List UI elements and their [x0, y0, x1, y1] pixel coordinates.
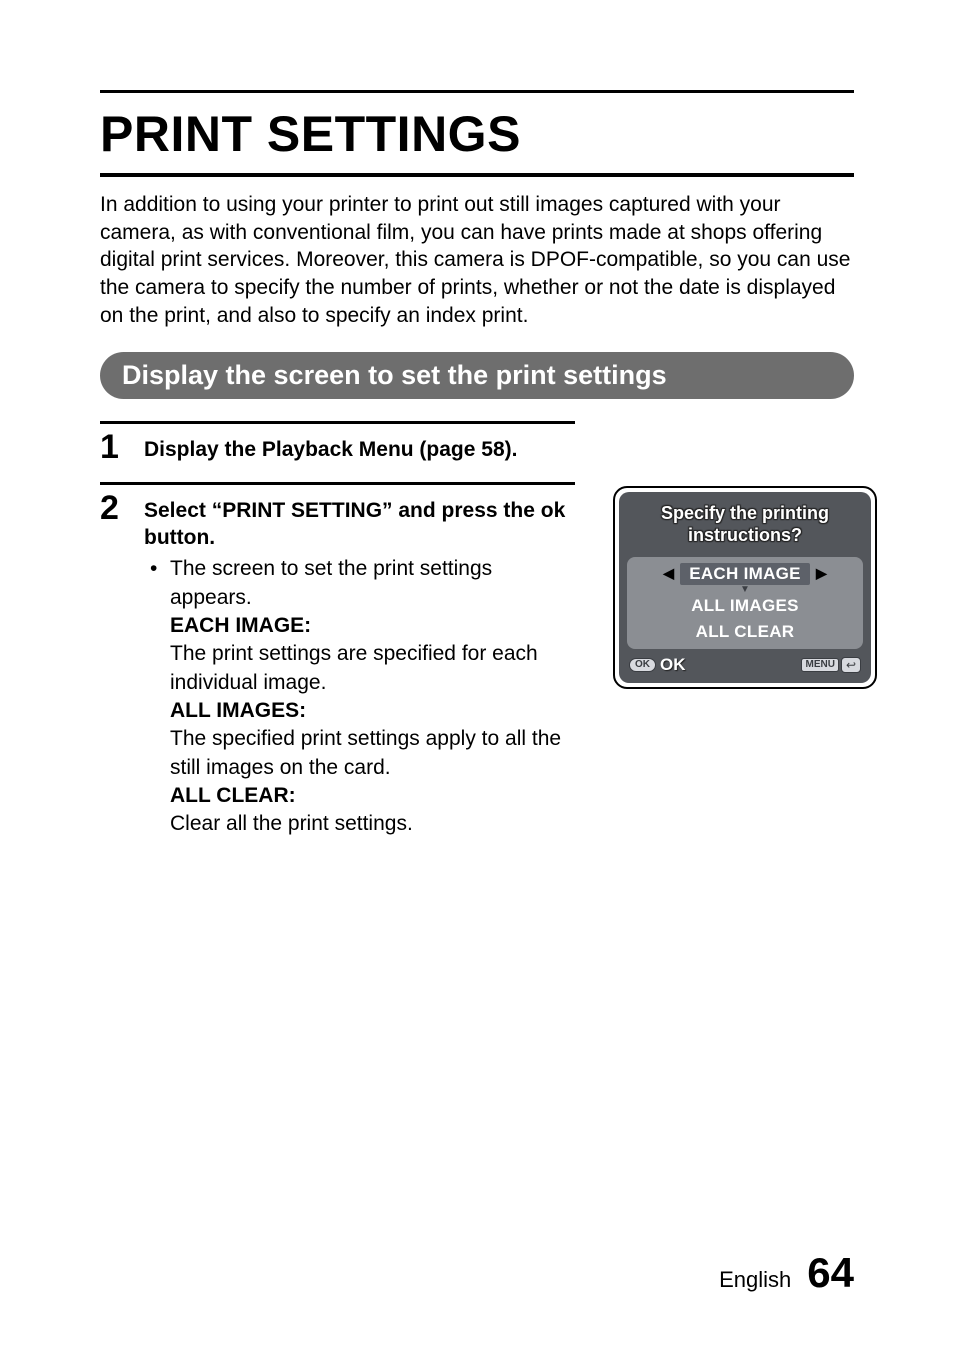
- camera-option-row-1: ◀ EACH IMAGE ▶: [633, 563, 857, 585]
- page-title: PRINT SETTINGS: [100, 105, 854, 163]
- all-clear-label: ALL CLEAR:: [170, 782, 575, 810]
- section-heading: Display the screen to set the print sett…: [100, 352, 854, 399]
- ok-pill-icon: OK: [629, 658, 656, 672]
- all-clear-desc: Clear all the print settings.: [170, 810, 575, 838]
- step-2-bullet-text: The screen to set the print settings app…: [170, 555, 575, 612]
- step-1-heading: Display the Playback Menu (page 58).: [144, 436, 575, 463]
- down-arrow-icon: ▼: [633, 587, 857, 593]
- all-images-label: ALL IMAGES:: [170, 697, 575, 725]
- camera-option-all-clear[interactable]: ALL CLEAR: [688, 621, 803, 643]
- camera-footer: OK OK MENU ↩: [627, 655, 863, 677]
- all-images-desc: The specified print settings apply to al…: [170, 725, 575, 782]
- camera-option-row-2: ALL IMAGES: [633, 595, 857, 617]
- top-rule: [100, 90, 854, 93]
- each-image-desc: The print settings are specified for eac…: [170, 640, 575, 697]
- step-2: 2 Select “PRINT SETTING” and press the o…: [100, 482, 575, 839]
- each-image-label: EACH IMAGE:: [170, 612, 575, 640]
- camera-screen: Specify the printing instructions? ◀ EAC…: [613, 486, 877, 689]
- step-number-2: 2: [100, 491, 144, 839]
- intro-paragraph: In addition to using your printer to pri…: [100, 191, 854, 330]
- footer-language: English: [719, 1267, 791, 1293]
- menu-button-icon[interactable]: MENU: [801, 658, 838, 672]
- step-number-1: 1: [100, 430, 144, 464]
- step-2-heading: Select “PRINT SETTING” and press the ok …: [144, 497, 575, 552]
- bullet-icon: •: [150, 555, 170, 838]
- footer-page-number: 64: [807, 1249, 854, 1297]
- camera-title-line2: instructions?: [627, 524, 863, 547]
- camera-option-each-image[interactable]: EACH IMAGE: [680, 563, 810, 585]
- camera-title-line1: Specify the printing: [627, 502, 863, 525]
- right-arrow-icon: ▶: [816, 565, 827, 582]
- ok-label[interactable]: OK: [660, 655, 686, 675]
- camera-options-panel: ◀ EACH IMAGE ▶ ▼ ALL IMAGES ALL CLEAR: [627, 557, 863, 649]
- step-1: 1 Display the Playback Menu (page 58).: [100, 421, 575, 464]
- camera-inner: Specify the printing instructions? ◀ EAC…: [619, 492, 871, 683]
- title-rule: [100, 173, 854, 177]
- camera-option-all-images[interactable]: ALL IMAGES: [683, 595, 807, 617]
- left-arrow-icon: ◀: [663, 565, 674, 582]
- camera-option-row-3: ALL CLEAR: [633, 621, 857, 643]
- page-footer: English 64: [719, 1249, 854, 1297]
- return-arrow-icon: ↩: [841, 657, 861, 673]
